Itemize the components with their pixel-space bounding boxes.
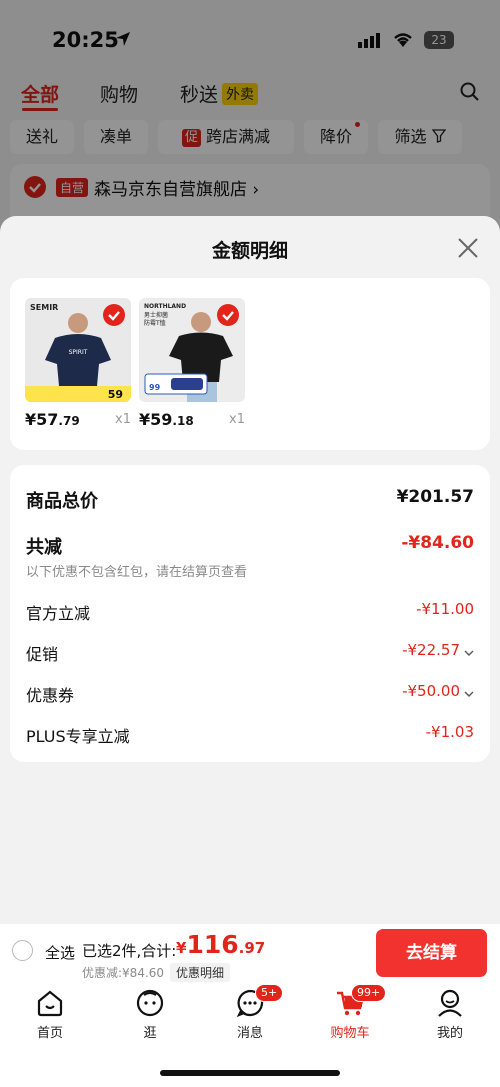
checkout-button[interactable]: 去结算 bbox=[376, 929, 487, 977]
browse-face-icon bbox=[135, 988, 165, 1018]
selected-count: 已选2件,合计: bbox=[82, 942, 177, 960]
select-all-label[interactable]: 全选 bbox=[45, 942, 75, 963]
discount-item-promotion[interactable]: 促销 -¥22.57 bbox=[26, 641, 474, 665]
checkout-bar: 全选 已选2件,合计: ¥116.97 优惠减:¥84.60 优惠明细 去结算 bbox=[0, 924, 500, 982]
message-bubble-icon: 5+ bbox=[235, 984, 284, 1018]
product-quantity: x1 bbox=[115, 412, 131, 427]
home-icon bbox=[35, 988, 65, 1018]
discount-item-official: 官方立减 -¥11.00 bbox=[26, 600, 474, 623]
product-item[interactable]: SEMIR SPIRIT 59 ¥57.79 x1 bbox=[25, 298, 131, 429]
subtotal-value: ¥201.57 bbox=[396, 487, 474, 507]
tab-messages[interactable]: 5+ 消息 bbox=[210, 984, 290, 1041]
product-image: SEMIR SPIRIT 59 bbox=[25, 298, 131, 402]
svg-text:SPIRIT: SPIRIT bbox=[69, 349, 88, 356]
price-breakdown-card: 商品总价 ¥201.57 共减 -¥84.60 以下优惠不包含红包，请在结算页查… bbox=[10, 465, 490, 762]
product-item[interactable]: NORTHLAND 男士抑菌 防霉T恤 99 ¥59.18 x1 bbox=[139, 298, 245, 429]
discount-note: 以下优惠不包含红包，请在结算页查看 bbox=[26, 565, 248, 580]
user-icon bbox=[435, 988, 465, 1018]
discount-value: -¥84.60 bbox=[401, 533, 474, 553]
tab-home[interactable]: 首页 bbox=[10, 988, 90, 1041]
discount-label: 共减 bbox=[26, 537, 62, 558]
total-price: ¥116.97 bbox=[176, 930, 266, 959]
messages-badge: 5+ bbox=[255, 984, 284, 1002]
close-icon[interactable] bbox=[456, 236, 480, 260]
discount-detail-button[interactable]: 优惠明细 bbox=[170, 963, 231, 982]
select-all-radio[interactable] bbox=[12, 940, 33, 961]
product-quantity: x1 bbox=[229, 412, 245, 427]
product-price: ¥59.18 bbox=[139, 410, 194, 429]
chevron-down-icon bbox=[464, 691, 474, 697]
saved-amount: 优惠减:¥84.60 bbox=[82, 966, 165, 980]
discount-item-coupon[interactable]: 优惠券 -¥50.00 bbox=[26, 682, 474, 706]
price-detail-sheet: 金额明细 SEMIR SPIRIT 59 ¥57.79 x1 NORTHLAND bbox=[0, 216, 500, 924]
home-indicator bbox=[160, 1070, 340, 1076]
chevron-down-icon bbox=[464, 650, 474, 656]
tab-cart[interactable]: 99+ 购物车 bbox=[310, 984, 390, 1041]
product-price: ¥57.79 bbox=[25, 410, 80, 429]
checked-icon bbox=[217, 304, 239, 326]
selected-products-card: SEMIR SPIRIT 59 ¥57.79 x1 NORTHLAND 男士抑菌… bbox=[10, 278, 490, 450]
discount-total-row: 共减 -¥84.60 bbox=[26, 533, 474, 559]
product-image: NORTHLAND 男士抑菌 防霉T恤 99 bbox=[139, 298, 245, 402]
image-price-tag: 59 bbox=[107, 388, 123, 401]
tab-me[interactable]: 我的 bbox=[410, 988, 490, 1041]
cart-badge: 99+ bbox=[351, 984, 387, 1002]
discount-item-plus: PLUS专享立减 -¥1.03 bbox=[26, 723, 474, 746]
image-badge: 99 bbox=[149, 383, 161, 392]
subtotal-row: 商品总价 ¥201.57 bbox=[26, 487, 474, 513]
bottom-tab-bar: 首页 逛 5+ 消息 99+ 购物车 我的 bbox=[0, 982, 500, 1087]
subtotal-label: 商品总价 bbox=[26, 491, 98, 512]
tab-browse[interactable]: 逛 bbox=[110, 988, 190, 1041]
checked-icon bbox=[103, 304, 125, 326]
cart-icon: 99+ bbox=[335, 984, 387, 1018]
sheet-title: 金额明细 bbox=[211, 240, 288, 262]
